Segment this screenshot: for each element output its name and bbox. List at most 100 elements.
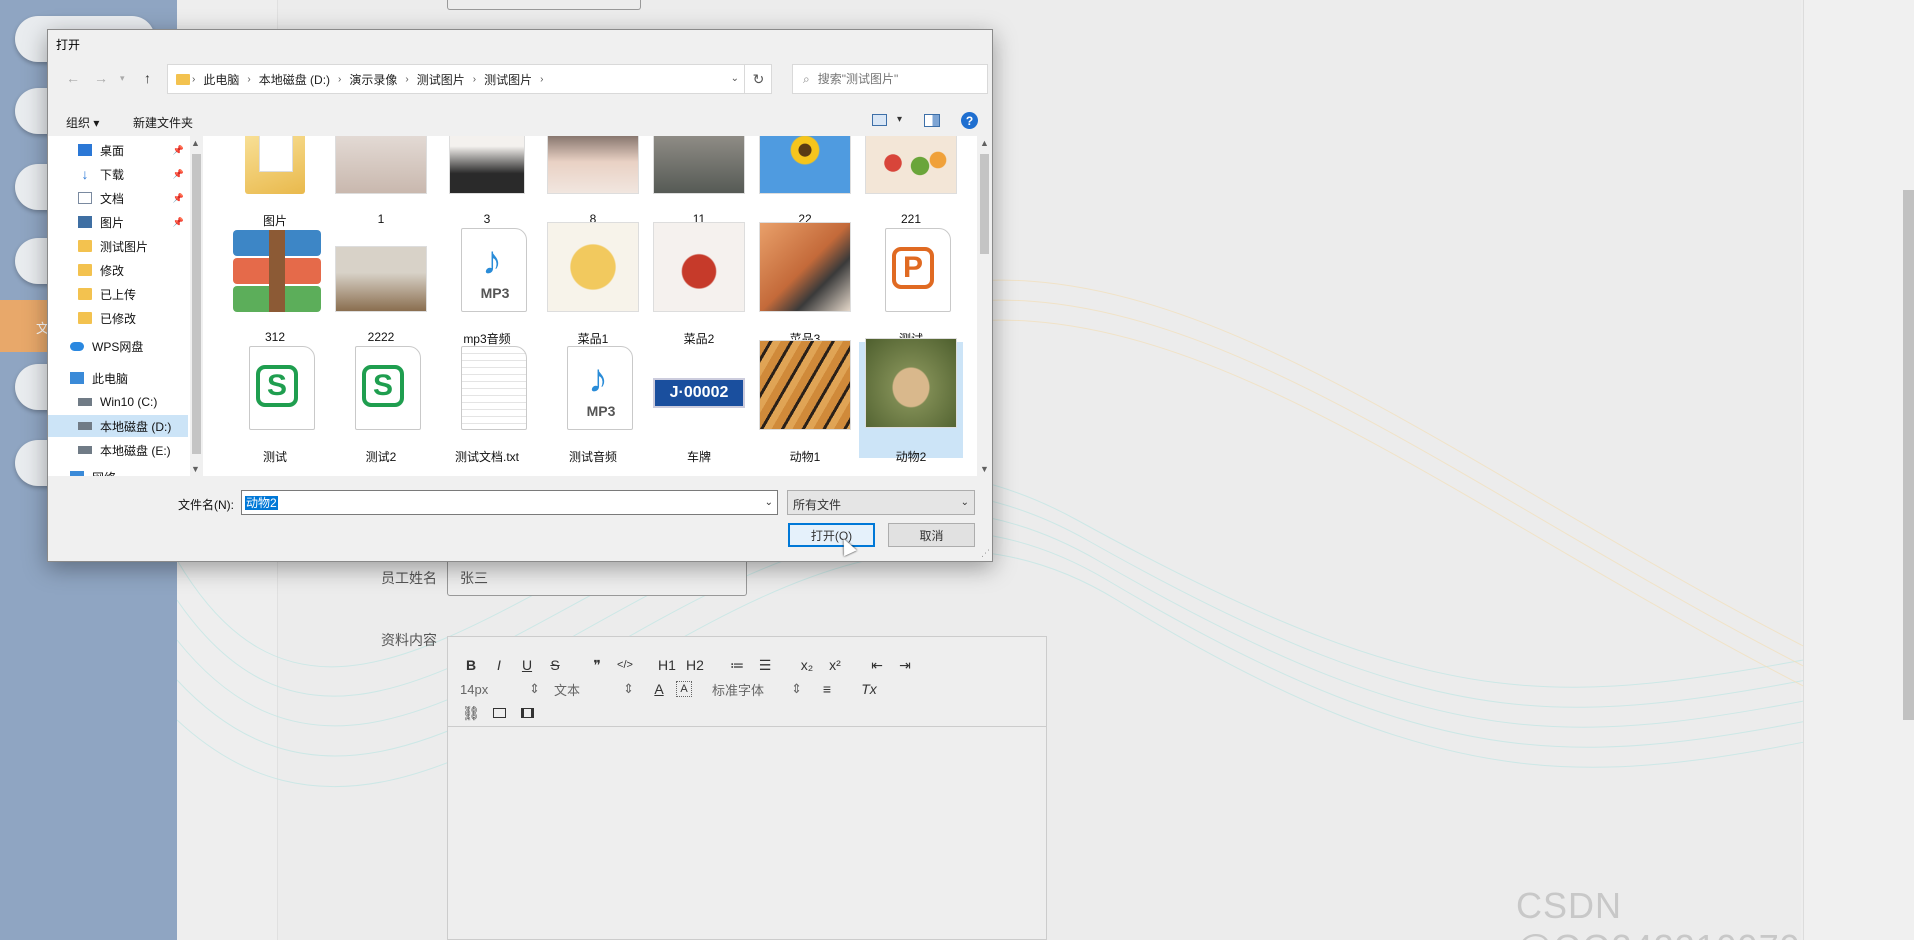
address-box[interactable]: › 此电脑 › 本地磁盘 (D:) › 演示录像 › 测试图片 › 测试图片 ›… [167,64,772,94]
underline-button[interactable]: U [516,654,538,676]
heading2-button[interactable]: H2 [684,654,706,676]
forward-arrow-icon[interactable]: → [94,70,108,86]
nav-item-desktop[interactable]: 桌面 📌 [48,139,188,161]
code-button[interactable]: </> [614,654,636,676]
scroll-down-icon[interactable]: ▼ [980,464,989,474]
heading1-button[interactable]: H1 [656,654,678,676]
file-item[interactable]: 测试文档.txt [435,346,539,466]
file-item-selected[interactable]: 动物2 [859,338,963,464]
file-item[interactable]: J·00002 车牌 [647,350,751,466]
file-item[interactable]: 菜品1 [541,222,645,348]
indent-button[interactable]: ⇥ [894,654,916,676]
outdent-button[interactable]: ⇤ [866,654,888,676]
file-item[interactable]: 菜品3 [753,222,857,348]
scroll-down-icon[interactable]: ▼ [191,464,200,474]
scroll-thumb[interactable] [980,154,989,254]
page-scrollbar[interactable] [1903,190,1914,720]
nav-item-uploaded[interactable]: 已上传 [48,283,188,305]
form-input-partial[interactable] [447,0,641,10]
ordered-list-button[interactable]: ≔ [726,654,748,676]
nav-item-downloads[interactable]: ↓ 下载 📌 [48,163,188,185]
file-item[interactable]: ♪ MP3 测试音频 [541,346,645,466]
nav-scrollbar[interactable]: ▲ ▼ [190,136,203,476]
nav-item-wps-cloud[interactable]: WPS网盘 [48,335,188,357]
help-icon[interactable]: ? [961,112,978,129]
chevron-down-icon[interactable]: ⌄ [731,73,739,84]
file-item[interactable]: S 测试 [223,346,327,466]
font-size-select[interactable]: 14px ⇕ [460,681,540,697]
file-item[interactable]: 11 [647,136,751,230]
file-item[interactable]: 2222 [329,232,433,348]
nav-item-drive-e[interactable]: 本地磁盘 (E:) [48,439,188,461]
nav-item-modified[interactable]: 已修改 [48,307,188,329]
italic-button[interactable]: I [488,654,510,676]
text-color-button[interactable]: A [648,678,670,700]
preview-pane-icon[interactable] [924,114,940,127]
breadcrumb-item[interactable]: 测试图片 [484,71,532,88]
strikethrough-button[interactable]: S [544,654,566,676]
file-item[interactable]: 8 [541,136,645,230]
search-box[interactable]: ⌕ [792,64,988,94]
nav-item-test-pictures[interactable]: 测试图片 [48,235,188,257]
employee-name-input[interactable]: 张三 [447,556,747,596]
nav-item-pictures[interactable]: 图片 📌 [48,211,188,233]
new-folder-button[interactable]: 新建文件夹 [133,114,193,131]
scroll-up-icon[interactable]: ▲ [980,138,989,148]
file-item[interactable]: 1 [329,136,433,230]
filename-input[interactable]: 动物2 ⌄ [241,490,778,515]
file-item[interactable]: 221 [859,136,963,230]
back-arrow-icon[interactable]: ← [66,70,80,86]
file-item[interactable]: 312 [223,230,327,348]
recent-dropdown-icon[interactable]: ▾ [120,73,125,84]
view-mode-icon[interactable] [872,114,887,126]
resize-grip-icon[interactable]: ⋰ [981,548,990,559]
nav-item-network[interactable]: 网络 [48,466,188,476]
chevron-down-icon[interactable]: ⌄ [765,497,773,508]
rich-text-editor[interactable]: B I U S ❞ </> H1 H2 ≔ ☰ x₂ x² ⇤ ⇥ 14px ⇕ … [447,636,1047,940]
cancel-button[interactable]: 取消 [888,523,975,547]
search-input[interactable] [817,72,978,86]
bg-color-button[interactable]: A [676,681,692,697]
search-icon: ⌕ [803,71,810,86]
file-item[interactable]: ♪ MP3 mp3音频 [435,228,539,348]
file-item[interactable]: 菜品2 [647,222,751,348]
breadcrumb-item[interactable]: 本地磁盘 (D:) [259,71,330,88]
clear-format-button[interactable]: Tx [858,678,880,700]
breadcrumb-item[interactable]: 测试图片 [417,71,465,88]
nav-item-drive-d[interactable]: 本地磁盘 (D:) [48,415,188,437]
up-arrow-icon[interactable]: ↑ [144,70,151,86]
superscript-button[interactable]: x² [824,654,846,676]
photo-thumbnail [865,136,957,194]
quote-button[interactable]: ❞ [586,654,608,676]
open-button[interactable]: 打开(O) [788,523,875,547]
scroll-up-icon[interactable]: ▲ [191,138,200,148]
link-icon[interactable]: ⛓ [460,702,482,724]
scroll-thumb[interactable] [192,154,201,454]
nav-item-drive-c[interactable]: Win10 (C:) [48,391,188,413]
breadcrumb-item[interactable]: 演示录像 [349,71,397,88]
nav-item-modify[interactable]: 修改 [48,259,188,281]
organize-button[interactable]: 组织 ▾ [66,114,99,131]
font-family-select[interactable]: 标准字体 ⇕ [712,680,802,699]
bold-button[interactable]: B [460,654,482,676]
nav-item-documents[interactable]: 文档 📌 [48,187,188,209]
file-item[interactable]: 图片 [223,136,327,230]
bullet-list-button[interactable]: ☰ [754,654,776,676]
filetype-select[interactable]: 所有文件 ⌄ [787,490,975,515]
subscript-button[interactable]: x₂ [796,654,818,676]
file-item[interactable]: P 测试 [859,228,963,348]
block-type-select[interactable]: 文本 ⇕ [554,680,634,699]
file-item[interactable]: 3 [435,136,539,230]
image-icon[interactable] [488,702,510,724]
file-name: 测试 [262,450,287,464]
video-icon[interactable] [516,702,538,724]
file-scrollbar[interactable]: ▲ ▼ [977,136,992,476]
refresh-icon[interactable]: ↻ [744,64,772,94]
align-button[interactable]: ≡ [816,678,838,700]
view-dropdown-icon[interactable]: ▾ [897,114,902,125]
file-item[interactable]: 动物1 [753,340,857,466]
file-item[interactable]: 22 [753,136,857,230]
breadcrumb-item[interactable]: 此电脑 [203,71,239,88]
nav-item-this-pc[interactable]: 此电脑 [48,367,188,389]
file-item[interactable]: S 测试2 [329,346,433,466]
